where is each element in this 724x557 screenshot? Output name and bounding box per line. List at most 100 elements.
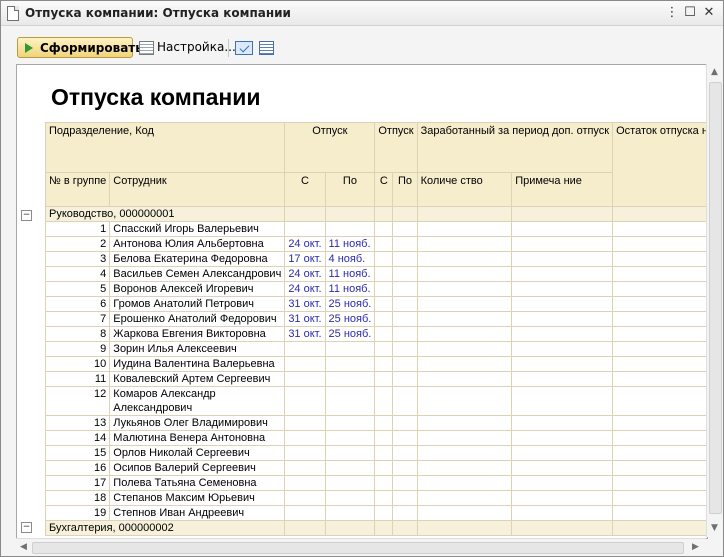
row-number: 10 <box>44 356 111 372</box>
scroll-up-icon[interactable]: ▲ <box>711 67 718 77</box>
maximize-button[interactable]: ☐ <box>681 4 699 21</box>
table-row[interactable]: 19Степнов Иван Андреевич 57 <box>44 505 707 521</box>
header-row: Подразделение, Код Отпуск Отпуск Заработ… <box>44 122 707 207</box>
vacation-to: 4 нояб. <box>324 251 376 267</box>
group-row[interactable]: Руководство, 000000001 <box>44 206 707 222</box>
remaining-days: 36 <box>612 475 707 491</box>
play-icon <box>25 43 33 53</box>
row-number: 5 <box>44 281 111 297</box>
earned-quantity <box>416 475 513 491</box>
vacation2-to <box>392 445 418 461</box>
vacation-to <box>324 341 376 357</box>
vacation-to <box>324 221 376 237</box>
earned-quantity <box>416 311 513 327</box>
horizontal-scroll-thumb[interactable] <box>32 542 684 554</box>
vacation2-to <box>392 490 418 506</box>
scroll-left-icon[interactable]: ◀ <box>20 542 27 552</box>
employee-name: Воронов Алексей Игоревич <box>109 281 286 297</box>
earned-quantity <box>416 236 513 252</box>
vacation2-to <box>392 266 418 282</box>
vacation2-to <box>392 281 418 297</box>
group-cell <box>612 520 707 536</box>
table-row[interactable]: 14Малютина Венера Антоновна 52 <box>44 430 707 446</box>
table-row[interactable]: 1Спасский Игорь Валерьевич 54 <box>44 221 707 237</box>
table-row[interactable]: 8 Жаркова Евгения Викторовна 31 окт. 25 ноя… <box>44 326 707 342</box>
vacation-from: 31 окт. <box>284 326 326 342</box>
employee-name: Ковалевский Артем Сергеевич <box>109 371 286 387</box>
earned-note <box>511 296 614 312</box>
row-number: 13 <box>44 415 111 431</box>
earned-quantity <box>416 251 513 267</box>
earned-note <box>511 236 614 252</box>
table-row[interactable]: 2 Антонова Юлия Альбертовна 24 окт. 11 нояб… <box>44 236 707 252</box>
remaining-days: 57 <box>612 326 707 342</box>
vacation-from: 24 окт. <box>284 266 326 282</box>
collapse-group-icon[interactable]: − <box>21 210 32 221</box>
group-cell <box>416 206 513 222</box>
table-row[interactable]: 11Ковалевский Артем Сергеевич 57 <box>44 371 707 387</box>
vacation2-from <box>374 505 394 521</box>
scroll-right-icon[interactable]: ▶ <box>692 542 699 552</box>
row-number: 16 <box>44 460 111 476</box>
group-row[interactable]: Бухгалтерия, 000000002 <box>44 520 707 536</box>
vacation2-from <box>374 415 394 431</box>
vacation2-to <box>392 356 418 372</box>
table-row[interactable]: 3 Белова Екатерина Федоровна 17 окт. 4 нояб… <box>44 251 707 267</box>
scroll-down-icon[interactable]: ▼ <box>711 523 718 533</box>
header-from-1: С <box>284 172 326 207</box>
employee-name: Громов Анатолий Петрович <box>109 296 286 312</box>
row-number: 19 <box>44 505 111 521</box>
vacation2-from <box>374 430 394 446</box>
remaining-days: 57 <box>612 415 707 431</box>
table-row[interactable]: 17Полева Татьяна Семеновна 36 <box>44 475 707 491</box>
vertical-scroll-thumb[interactable] <box>709 82 722 514</box>
generate-button[interactable]: Сформировать <box>17 37 143 58</box>
vacation2-from <box>374 371 394 387</box>
table-row[interactable]: 16Осипов Валерий Сергеевич 56 <box>44 460 707 476</box>
vacation-to <box>324 430 376 446</box>
vertical-scrollbar[interactable]: ▲ ▼ <box>706 64 723 537</box>
header-employee: Сотрудник <box>109 172 286 207</box>
vacation2-from <box>374 341 394 357</box>
table-row[interactable]: 7 Ерошенко Анатолий Федорович 31 окт. 25 но… <box>44 311 707 327</box>
table-row[interactable]: 5 Воронов Алексей Игоревич 24 окт. 11 нояб.… <box>44 281 707 297</box>
employee-name: Степанов Максим Юрьевич <box>109 490 286 506</box>
vacation-to: 11 нояб. <box>324 266 376 282</box>
table-row[interactable]: 12Комаров Александр Александрович 52 <box>44 386 707 416</box>
earned-note <box>511 371 614 387</box>
vacation-from: 17 окт. <box>284 251 326 267</box>
window-menu-button[interactable]: ⋮ <box>663 4 681 21</box>
table-row[interactable]: 13Лукьянов Олег Владимирович 57 <box>44 415 707 431</box>
remaining-days: 57 <box>612 296 707 312</box>
header-to-2: По <box>392 172 418 207</box>
table-row[interactable]: 6 Громов Анатолий Петрович 31 окт. 25 нояб.… <box>44 296 707 312</box>
group-cell <box>284 520 326 536</box>
horizontal-scrollbar[interactable]: ◀ ▶ <box>16 538 706 555</box>
table-row[interactable]: 9Зорин Илья Алексеевич 57 <box>44 341 707 357</box>
vacation-to <box>324 445 376 461</box>
vacation2-to <box>392 505 418 521</box>
earned-note <box>511 460 614 476</box>
vacation2-to <box>392 341 418 357</box>
vacation-from <box>284 490 326 506</box>
table-row[interactable]: 18Степанов Максим Юрьевич 56 <box>44 490 707 506</box>
earned-quantity <box>416 356 513 372</box>
table-row[interactable]: 4 Васильев Семен Александрович 24 окт. 11 н… <box>44 266 707 282</box>
close-button[interactable]: ✕ <box>700 4 718 21</box>
employee-name: Васильев Семен Александрович <box>109 266 286 282</box>
vacation-table: Подразделение, Код Отпуск Отпуск Заработ… <box>44 122 707 536</box>
table-row[interactable]: 15Орлов Николай Сергеевич 57 <box>44 445 707 461</box>
report-content[interactable]: − − Отпуска компании Подразделение, Код … <box>16 64 708 539</box>
vacation-from <box>284 460 326 476</box>
earned-note <box>511 341 614 357</box>
collapse-group-icon[interactable]: − <box>21 522 32 533</box>
list-view-icon[interactable] <box>259 41 274 55</box>
employee-name: Орлов Николай Сергеевич <box>109 445 286 461</box>
vacation-to: 25 нояб. <box>324 311 376 327</box>
group-cell <box>612 206 707 222</box>
vacation2-from <box>374 236 394 252</box>
generate-label: Сформировать <box>40 41 143 55</box>
send-mail-icon[interactable] <box>235 41 253 55</box>
earned-note <box>511 326 614 342</box>
table-row[interactable]: 10Иудина Валентина Валерьевна 51 <box>44 356 707 372</box>
